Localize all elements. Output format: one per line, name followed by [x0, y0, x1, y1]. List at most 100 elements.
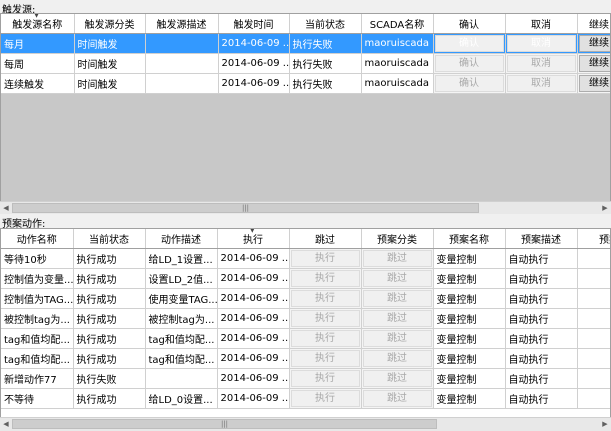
continue-button[interactable]: 继续: [577, 53, 610, 74]
trigger-row[interactable]: 每月 时间触发 2014-06-09 ... 执行失败 maoruiscada …: [1, 33, 610, 54]
cell-plan-name: 自动执行: [505, 268, 578, 289]
cell-name: 每周: [1, 53, 75, 74]
cell-action-status: 执行成功: [73, 388, 146, 409]
cell-action-time: 2014-06-09 ...: [217, 248, 290, 269]
cancel-button[interactable]: 取消: [505, 33, 578, 54]
scrollbar-thumb[interactable]: |||: [12, 203, 479, 213]
action-row[interactable]: 控制值为TAG... 执行成功 使用变量TAG... 2014-06-09 ... 执行…: [1, 288, 610, 309]
cell-plan-name: 自动执行: [505, 388, 578, 409]
cell-plan-name: 自动执行: [505, 368, 578, 389]
cell-plan-desc: [577, 248, 610, 269]
cell-action-time: 2014-06-09 ...: [217, 268, 290, 289]
skip-button[interactable]: 跳过: [361, 368, 434, 389]
col-trigger-status[interactable]: 当前状态: [289, 14, 362, 34]
col-trigger-time[interactable]: 触发时间: [218, 14, 290, 34]
chevron-left-icon[interactable]: ◀: [0, 202, 12, 214]
skip-button[interactable]: 跳过: [361, 348, 434, 369]
cell-time: 2014-06-09 ...: [218, 53, 290, 74]
action-grid[interactable]: 动作名称 当前状态 动作描述 ▼执行 跳过 预案分类 预案名称 预案描述 预案 …: [0, 228, 611, 418]
confirm-button[interactable]: 确认: [433, 33, 506, 54]
cell-action-time: 2014-06-09 ...: [217, 388, 290, 409]
skip-button[interactable]: 跳过: [361, 388, 434, 409]
col-trigger-category[interactable]: 触发源分类: [74, 14, 146, 34]
action-row[interactable]: 被控制tag为... 执行成功 被控制tag为... 2014-06-09 ... 执行…: [1, 308, 610, 329]
continue-button[interactable]: 继续: [577, 73, 610, 94]
cell-plan-desc: [577, 388, 610, 409]
col-plan-desc[interactable]: 预案描述: [505, 229, 578, 249]
trigger-row[interactable]: 连续触发 时间触发 2014-06-09 ... 执行失败 maoruiscad…: [1, 73, 610, 94]
col-exec[interactable]: ▼ 执行: [217, 229, 290, 249]
action-row[interactable]: 不等待 执行成功 给LD_0设置... 2014-06-09 ... 执行 跳过 变量控制自…: [1, 388, 610, 409]
skip-button[interactable]: 跳过: [361, 308, 434, 329]
col-confirm[interactable]: 确认: [433, 14, 506, 34]
skip-button[interactable]: 跳过: [361, 248, 434, 269]
cell-desc: [145, 53, 219, 74]
cell-plan-desc: [577, 288, 610, 309]
col-action-status[interactable]: 当前状态: [73, 229, 146, 249]
cell-action-name: 控制值为变量...: [1, 268, 74, 289]
action-hscrollbar[interactable]: ◀ ||| ▶: [0, 417, 611, 431]
action-row[interactable]: 控制值为变量... 执行成功 设置LD_2值... 2014-06-09 ... 执行跳…: [1, 268, 610, 289]
cell-action-name: 不等待: [1, 388, 74, 409]
trigger-hscrollbar[interactable]: ◀ ||| ▶: [0, 201, 611, 214]
cell-plan-desc: [577, 308, 610, 329]
exec-button[interactable]: 执行: [289, 268, 362, 289]
exec-button[interactable]: 执行: [289, 248, 362, 269]
exec-button[interactable]: 执行: [289, 308, 362, 329]
action-row[interactable]: 等待10秒 执行成功 给LD_1设置... 2014-06-09 ... 执行 跳过 变量控…: [1, 248, 610, 269]
col-scada-name[interactable]: SCADA名称: [361, 14, 434, 34]
cancel-button[interactable]: 取消: [505, 73, 578, 94]
chevron-right-icon[interactable]: ▶: [599, 202, 611, 214]
col-cancel[interactable]: 取消: [505, 14, 578, 34]
cell-action-desc: 给LD_1设置...: [145, 248, 218, 269]
action-row[interactable]: tag和值均配... 执行成功 tag和值均配... 2014-06-09 ... 执行…: [1, 328, 610, 349]
action-row[interactable]: 新增动作77 执行失败 2014-06-09 ... 执行 跳过 变量控制 自动执行: [1, 368, 610, 389]
col-skip[interactable]: 跳过: [289, 229, 362, 249]
cell-action-name: tag和值均配...: [1, 328, 74, 349]
cell-plan-name: 自动执行: [505, 348, 578, 369]
cell-name: 连续触发: [1, 73, 75, 94]
col-plan-extra[interactable]: 预案: [577, 229, 610, 249]
trigger-row[interactable]: 每周 时间触发 2014-06-09 ... 执行失败 maoruiscada …: [1, 53, 610, 74]
action-row[interactable]: tag和值均配... 执行成功 tag和值均配... 2014-06-09 ... 执行…: [1, 348, 610, 369]
col-action-name[interactable]: 动作名称: [1, 229, 74, 249]
skip-button[interactable]: 跳过: [361, 328, 434, 349]
exec-button[interactable]: 执行: [289, 288, 362, 309]
cell-name: 每月: [1, 33, 75, 54]
cell-scada: maoruiscada: [361, 33, 434, 54]
action-header-row: 动作名称 当前状态 动作描述 ▼执行 跳过 预案分类 预案名称 预案描述 预案: [1, 229, 610, 249]
chevron-right-icon[interactable]: ▶: [599, 418, 611, 430]
confirm-button[interactable]: 确认: [433, 53, 506, 74]
cell-action-status: 执行成功: [73, 248, 146, 269]
col-action-desc[interactable]: 动作描述: [145, 229, 218, 249]
col-trigger-desc[interactable]: 触发源描述: [145, 14, 219, 34]
exec-button[interactable]: 执行: [289, 328, 362, 349]
col-plan-category[interactable]: 预案分类: [361, 229, 434, 249]
cell-desc: [145, 33, 219, 54]
scrollbar-thumb[interactable]: |||: [12, 419, 437, 429]
cancel-button[interactable]: 取消: [505, 53, 578, 74]
chevron-left-icon[interactable]: ◀: [0, 418, 12, 430]
cell-action-name: 新增动作77: [1, 368, 74, 389]
exec-button[interactable]: 执行: [289, 368, 362, 389]
col-continue[interactable]: 继续: [577, 14, 610, 34]
col-trigger-name[interactable]: ▼ 触发源名称: [1, 14, 75, 34]
skip-button[interactable]: 跳过: [361, 288, 434, 309]
cell-plan-desc: [577, 348, 610, 369]
cell-action-name: 被控制tag为...: [1, 308, 74, 329]
col-plan-name[interactable]: 预案名称: [433, 229, 506, 249]
continue-button[interactable]: 继续: [577, 33, 610, 54]
cell-scada: maoruiscada: [361, 53, 434, 74]
cell-plan-category: 变量控制: [433, 388, 506, 409]
exec-button[interactable]: 执行: [289, 388, 362, 409]
cell-action-desc: 给LD_0设置...: [145, 388, 218, 409]
cell-time: 2014-06-09 ...: [218, 33, 290, 54]
cell-action-name: 控制值为TAG...: [1, 288, 74, 309]
trigger-header-row: ▼ 触发源名称 触发源分类 触发源描述 触发时间 当前状态 SCADA名称 确认 …: [1, 14, 610, 34]
exec-button[interactable]: 执行: [289, 348, 362, 369]
cell-action-time: 2014-06-09 ...: [217, 308, 290, 329]
confirm-button[interactable]: 确认: [433, 73, 506, 94]
skip-button[interactable]: 跳过: [361, 268, 434, 289]
cell-action-time: 2014-06-09 ...: [217, 348, 290, 369]
trigger-grid[interactable]: ▼ 触发源名称 触发源分类 触发源描述 触发时间 当前状态 SCADA名称 确认 …: [0, 13, 611, 214]
